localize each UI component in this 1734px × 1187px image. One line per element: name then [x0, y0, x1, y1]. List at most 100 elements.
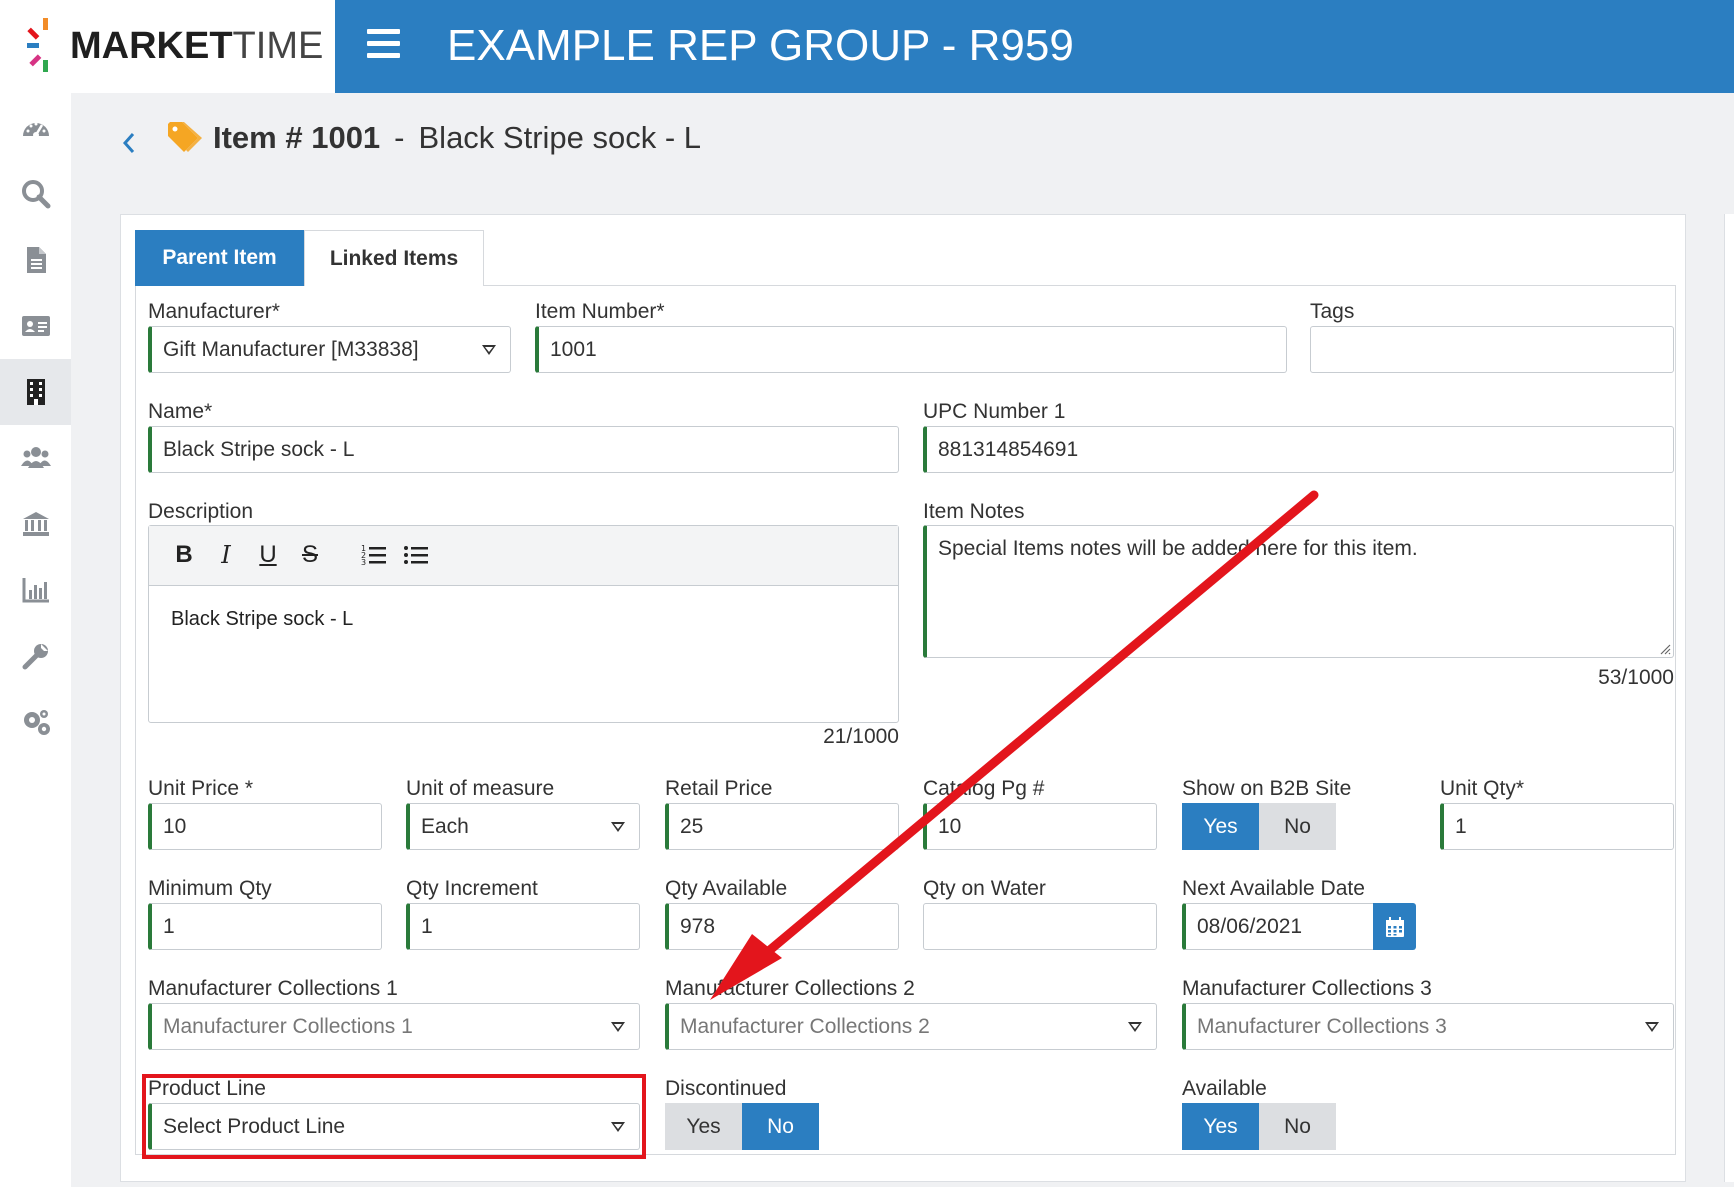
tags-label: Tags	[1310, 300, 1355, 323]
adjacent-panel-edge	[1724, 214, 1734, 1182]
bullet-list-icon	[404, 546, 428, 564]
next-available-date-input[interactable]: 08/06/2021	[1182, 903, 1376, 950]
next-available-date-label: Next Available Date	[1182, 877, 1365, 900]
sidebar-item-users[interactable]	[0, 425, 71, 491]
qty-available-input[interactable]: 978	[665, 903, 899, 950]
italic-button[interactable]: I	[211, 540, 241, 570]
qty-on-water-input[interactable]	[923, 903, 1157, 950]
sidebar-item-reports[interactable]	[0, 557, 71, 623]
retail-price-input[interactable]: 25	[665, 803, 899, 850]
item-notes-label: Item Notes	[923, 500, 1025, 523]
available-toggle: Yes No	[1182, 1103, 1336, 1150]
show-b2b-label: Show on B2B Site	[1182, 777, 1352, 800]
strikethrough-button[interactable]: S	[295, 540, 325, 570]
tag-icon	[168, 122, 202, 152]
available-label: Available	[1182, 1077, 1267, 1100]
minimum-qty-label: Minimum Qty	[148, 877, 272, 900]
chevron-down-icon	[611, 1022, 625, 1032]
resize-grip-icon[interactable]	[1659, 643, 1671, 655]
calendar-icon	[1385, 916, 1404, 937]
discontinued-no-button[interactable]: No	[742, 1103, 819, 1150]
upc-input[interactable]: 881314854691	[923, 426, 1674, 473]
org-title: EXAMPLE REP GROUP - R959	[447, 21, 1074, 70]
sidebar-item-tools[interactable]	[0, 623, 71, 689]
sidebar-item-search[interactable]	[0, 161, 71, 227]
catalog-pg-label: Catalog Pg #	[923, 777, 1045, 800]
sidebar-item-accounting[interactable]	[0, 491, 71, 557]
sidebar-item-manufacturers[interactable]	[0, 359, 71, 425]
name-input[interactable]: Black Stripe sock - L	[148, 426, 899, 473]
discontinued-label: Discontinued	[665, 1077, 787, 1100]
tab-parent-item[interactable]: Parent Item	[135, 230, 304, 286]
ordered-list-icon: 123	[361, 544, 386, 567]
sidebar-item-documents[interactable]	[0, 227, 71, 293]
discontinued-toggle: Yes No	[665, 1103, 819, 1150]
top-bar: EXAMPLE REP GROUP - R959	[335, 0, 1734, 93]
manufacturer-label: Manufacturer*	[148, 300, 280, 323]
chevron-down-icon	[1128, 1022, 1142, 1032]
back-chevron-icon[interactable]	[118, 128, 140, 158]
tab-linked-items[interactable]: Linked Items	[304, 230, 484, 286]
logo-text: MARKETTIME	[70, 25, 324, 67]
wrench-icon	[22, 644, 48, 670]
editor-toolbar: B I U S 123	[149, 526, 898, 586]
date-picker-button[interactable]	[1373, 903, 1416, 950]
bold-button[interactable]: B	[169, 540, 199, 570]
unit-qty-input[interactable]: 1	[1440, 803, 1674, 850]
mfr-collections-1-label: Manufacturer Collections 1	[148, 977, 398, 1000]
mfr-collections-2-label: Manufacturer Collections 2	[665, 977, 915, 1000]
hamburger-menu-icon[interactable]	[367, 29, 400, 59]
retail-price-label: Retail Price	[665, 777, 773, 800]
ordered-list-button[interactable]: 123	[359, 540, 389, 570]
discontinued-yes-button[interactable]: Yes	[665, 1103, 742, 1150]
description-label: Description	[148, 500, 254, 523]
bar-chart-icon	[22, 578, 49, 603]
svg-text:3: 3	[361, 558, 366, 567]
tags-input[interactable]	[1310, 326, 1674, 373]
manufacturer-select[interactable]: Gift Manufacturer [M33838]	[148, 326, 511, 373]
building-icon	[26, 379, 45, 405]
unit-price-input[interactable]: 10	[148, 803, 382, 850]
mfr-collections-1-select[interactable]: Manufacturer Collections 1	[148, 1003, 640, 1050]
bank-icon	[22, 512, 49, 536]
catalog-pg-input[interactable]: 10	[923, 803, 1157, 850]
search-icon	[21, 180, 50, 209]
available-no-button[interactable]: No	[1259, 1103, 1336, 1150]
chevron-down-icon	[611, 822, 625, 832]
item-number-input[interactable]: 1001	[535, 326, 1287, 373]
qty-increment-label: Qty Increment	[406, 877, 538, 900]
unit-price-label: Unit Price *	[148, 777, 254, 800]
unit-of-measure-select[interactable]: Each	[406, 803, 640, 850]
minimum-qty-input[interactable]: 1	[148, 903, 382, 950]
contact-card-icon	[21, 316, 50, 336]
product-line-label: Product Line	[148, 1077, 266, 1100]
logo-area[interactable]: MARKETTIME	[0, 0, 335, 93]
qty-increment-input[interactable]: 1	[406, 903, 640, 950]
unit-of-measure-label: Unit of measure	[406, 777, 555, 800]
marketime-logo-icon	[27, 18, 48, 72]
available-yes-button[interactable]: Yes	[1182, 1103, 1259, 1150]
upc-label: UPC Number 1	[923, 400, 1066, 423]
description-editor[interactable]: B I U S 123 Black Stripe sock - L	[148, 525, 899, 723]
sidebar-item-contacts[interactable]	[0, 293, 71, 359]
show-b2b-yes-button[interactable]: Yes	[1182, 803, 1259, 850]
mfr-collections-2-select[interactable]: Manufacturer Collections 2	[665, 1003, 1157, 1050]
chevron-down-icon	[482, 345, 496, 355]
sidebar-item-settings[interactable]	[0, 689, 71, 755]
bullet-list-button[interactable]	[401, 540, 431, 570]
mfr-collections-3-label: Manufacturer Collections 3	[1182, 977, 1432, 1000]
qty-available-label: Qty Available	[665, 877, 788, 900]
show-b2b-no-button[interactable]: No	[1259, 803, 1336, 850]
mfr-collections-3-select[interactable]: Manufacturer Collections 3	[1182, 1003, 1674, 1050]
page-title: Item # 1001- Black Stripe sock - L	[213, 120, 702, 155]
underline-button[interactable]: U	[253, 540, 283, 570]
description-counter: 21/1000	[823, 725, 899, 748]
item-notes-counter: 53/1000	[1598, 666, 1674, 689]
sidebar-item-dashboard[interactable]	[0, 95, 71, 161]
app-root: MARKETTIME EXAMPLE REP GROUP - R959 Item…	[0, 0, 1734, 1187]
chevron-down-icon	[1645, 1022, 1659, 1032]
item-notes-textarea[interactable]: Special Items notes will be added here f…	[923, 525, 1674, 658]
dashboard-icon	[22, 122, 49, 138]
product-line-select[interactable]: Select Product Line	[148, 1103, 640, 1150]
description-text: Black Stripe sock - L	[171, 608, 354, 630]
